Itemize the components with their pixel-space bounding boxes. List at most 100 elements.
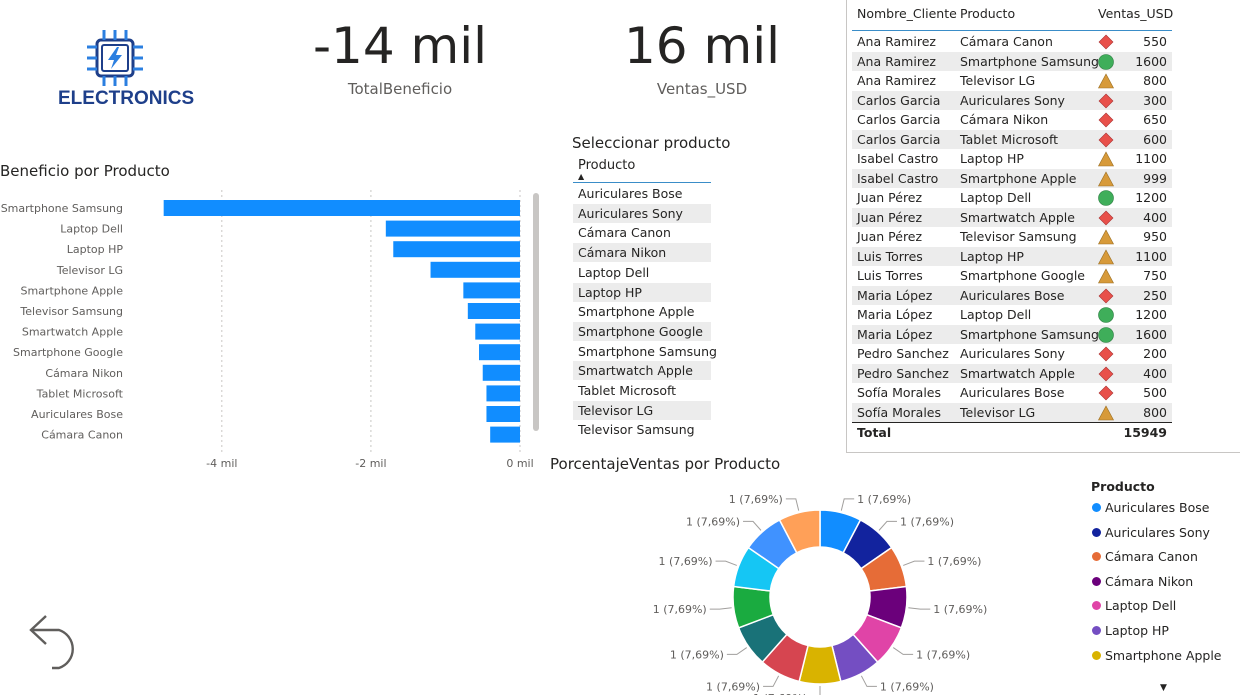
cell-producto: Smartphone Samsung [960,53,1099,69]
table-row[interactable]: Maria López Laptop Dell 1200 [852,305,1172,325]
table-row[interactable]: Pedro Sanchez Smartwatch Apple 400 [852,363,1172,383]
slicer-divider [573,182,711,183]
legend-item[interactable]: Smartphone Apple [1092,648,1222,663]
legend-item[interactable]: Auriculares Bose [1092,500,1209,515]
table-row[interactable]: Maria López Auriculares Bose 250 [852,285,1172,305]
legend-item[interactable]: Auriculares Sony [1092,525,1210,540]
donut-data-label: 1 (7,69%) [880,680,934,693]
slicer-item[interactable]: Cámara Nikon [573,243,711,263]
ventas-usd-value: 16 mil [623,17,780,75]
bar[interactable] [475,323,520,340]
table-row[interactable]: Ana Ramirez Smartphone Samsung 1600 [852,51,1172,71]
bar-chart-scrollbar[interactable] [533,193,539,431]
cell-producto: Smartphone Samsung [960,326,1099,342]
cell-ventas: 1600 [1135,53,1167,69]
table-row[interactable]: Juan Pérez Laptop Dell 1200 [852,188,1172,208]
triangle-indicator-icon [1098,404,1114,420]
cell-cliente: Juan Pérez [857,190,923,205]
slicer-item[interactable]: Laptop Dell [573,263,711,282]
x-tick-label: 0 mil [506,457,533,470]
table-row[interactable]: Pedro Sanchez Auriculares Sony 200 [852,344,1172,364]
bar[interactable] [163,200,520,216]
donut-data-label: 1 (7,69%) [653,603,707,616]
table-row[interactable]: Carlos Garcia Tablet Microsoft 600 [852,129,1172,149]
bar[interactable] [467,303,520,319]
donut-leader-line [878,520,897,531]
table-row[interactable]: Maria López Smartphone Samsung 1600 [852,324,1172,344]
bar[interactable] [486,406,520,422]
cell-cliente: Maria López [857,307,933,322]
slicer-item[interactable]: Smartphone Samsung [573,342,717,361]
bar[interactable] [486,385,520,402]
slicer-item[interactable]: Tablet Microsoft [573,381,711,400]
donut-data-label: 1 (7,69%) [706,680,760,693]
table-row[interactable]: Luis Torres Laptop HP 1100 [852,246,1172,266]
legend-item[interactable]: Cámara Nikon [1092,574,1193,589]
cell-ventas: 250 [1143,287,1167,303]
legend-label: Laptop Dell [1105,598,1177,614]
cell-producto: Cámara Nikon [960,112,1049,127]
legend-item[interactable]: Laptop Dell [1092,598,1176,613]
back-button[interactable] [26,606,84,670]
table-row[interactable]: Sofía Morales Televisor LG 800 [852,402,1172,422]
bar[interactable] [430,261,520,278]
table-header-divider [852,30,1172,31]
table-row[interactable]: Sofía Morales Auriculares Bose 500 [852,383,1172,403]
circle-indicator-icon [1098,190,1114,206]
cell-ventas: 1100 [1135,151,1167,166]
slicer-item[interactable]: Auriculares Sony [573,203,711,223]
cell-cliente: Luis Torres [857,268,923,283]
cell-ventas: 400 [1143,209,1167,225]
table-header-producto[interactable]: Producto [960,6,1015,21]
cell-ventas: 300 [1143,92,1167,108]
diamond-indicator-icon [1098,385,1114,401]
table-row[interactable]: Ana Ramirez Televisor LG 800 [852,71,1172,91]
slicer-item[interactable]: Auriculares Bose [573,184,711,203]
table-row[interactable]: Juan Pérez Televisor Samsung 950 [852,227,1172,247]
bar[interactable] [385,220,520,237]
cell-cliente: Carlos Garcia [857,112,941,127]
table-row[interactable]: Juan Pérez Smartwatch Apple 400 [852,207,1172,227]
table-row[interactable]: Ana Ramirez Cámara Canon 550 [852,32,1172,52]
cell-ventas: 750 [1143,268,1167,283]
slicer-item[interactable]: Laptop HP [573,282,711,302]
donut-data-label: 1 (7,69%) [933,603,987,616]
slicer-item[interactable]: Smartphone Google [573,321,711,341]
table-header-ventas[interactable]: Ventas_USD [1098,6,1173,21]
table-row[interactable]: Isabel Castro Smartphone Apple 999 [852,168,1172,188]
slicer-item[interactable]: Televisor Samsung [573,420,711,439]
slicer-item[interactable]: Smartwatch Apple [573,361,711,381]
slicer-item[interactable]: Smartphone Apple [573,302,711,321]
cell-producto: Televisor LG [960,404,1036,420]
slicer-item[interactable]: Televisor LG [573,400,711,420]
slicer-header[interactable]: Producto [578,158,635,173]
cell-producto: Auriculares Sony [960,92,1065,108]
triangle-indicator-icon [1098,248,1114,264]
cell-producto: Laptop Dell [960,307,1032,322]
slicer-item[interactable]: Cámara Canon [573,223,711,242]
x-tick-label: -4 mil [206,457,237,470]
legend-item[interactable]: Laptop HP [1092,623,1169,638]
bar[interactable] [482,364,520,381]
sort-up-icon[interactable]: ▲ [578,172,584,181]
cell-producto: Auriculares Sony [960,346,1065,361]
table-row[interactable]: Carlos Garcia Cámara Nikon 650 [852,110,1172,130]
donut-data-label: 1 (7,69%) [916,648,970,661]
diamond-indicator-icon [1098,346,1114,362]
bar[interactable] [479,344,520,361]
legend-item[interactable]: Cámara Canon [1092,549,1198,564]
bar[interactable] [463,282,520,299]
y-category-label: Smartphone Apple [20,284,123,297]
cell-ventas: 800 [1143,73,1167,88]
table-header-cliente[interactable]: Nombre_Cliente [857,6,957,21]
bar[interactable] [490,426,520,443]
cell-ventas: 200 [1143,346,1167,361]
chevron-down-icon[interactable]: ▼ [1160,683,1167,693]
table-row[interactable]: Carlos Garcia Auriculares Sony 300 [852,90,1172,110]
bar[interactable] [393,241,520,258]
legend-swatch [1092,552,1101,562]
electronics-chip-icon [84,27,146,89]
table-row[interactable]: Luis Torres Smartphone Google 750 [852,266,1172,286]
table-row[interactable]: Isabel Castro Laptop HP 1100 [852,149,1172,169]
y-category-label: Auriculares Bose [31,408,123,421]
